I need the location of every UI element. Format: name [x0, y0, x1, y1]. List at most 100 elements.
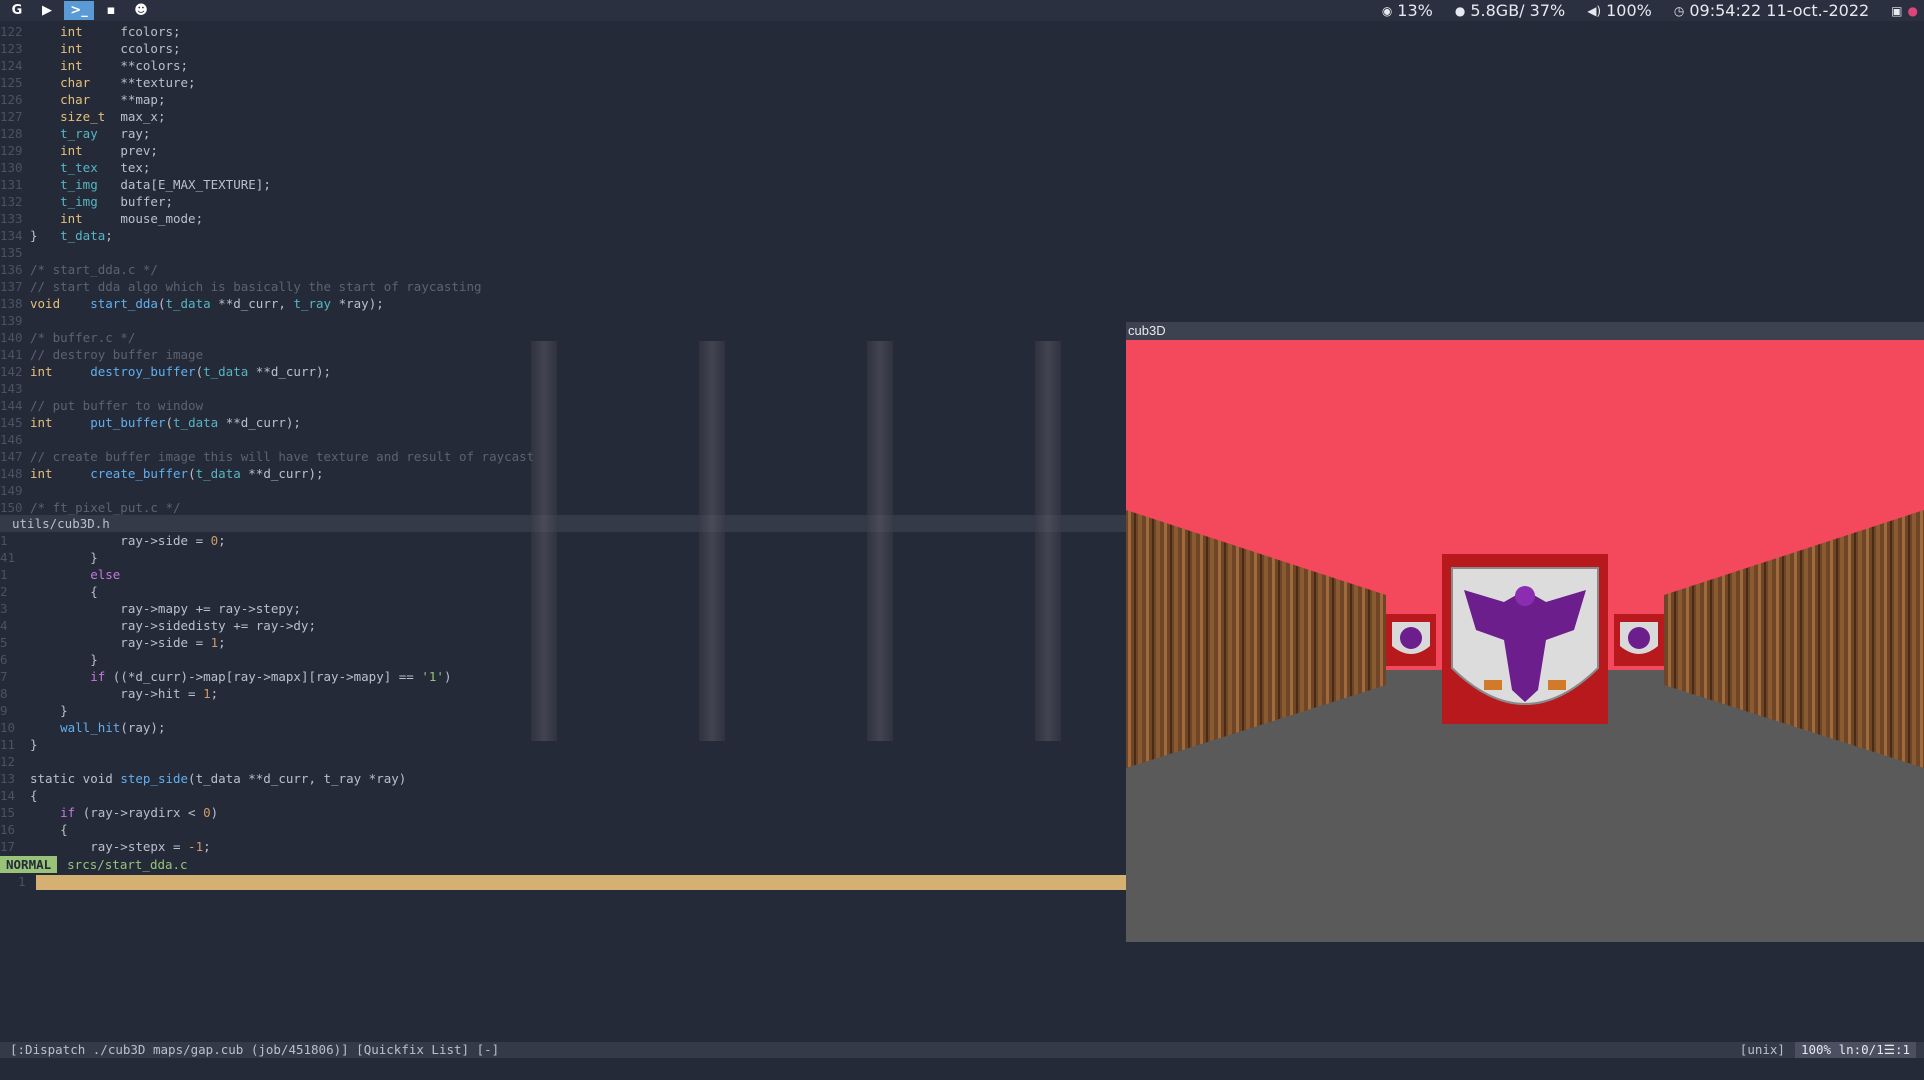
code-token: t_tex	[60, 160, 98, 175]
header-file-pane[interactable]: 122 int fcolors; 123 int ccolors; 124 int …	[0, 23, 1126, 516]
code-line[interactable]: 129 int prev;	[0, 142, 1126, 159]
code-line[interactable]: 14 {	[0, 787, 1126, 804]
code-line[interactable]: 147 // create buffer image this will have…	[0, 448, 1126, 465]
app-tray-icon[interactable]: ●	[1908, 4, 1918, 18]
code-line[interactable]: 8 ray->hit = 1;	[0, 685, 1126, 702]
code-token: ray;	[97, 126, 151, 141]
workspace-wechat[interactable]: ☻	[128, 1, 154, 20]
cub3d-window[interactable]: cub3D	[1126, 322, 1924, 942]
code-line[interactable]: 1 ray->side = 0;	[0, 532, 1126, 549]
code-line[interactable]: 5 ray->side = 1;	[0, 634, 1126, 651]
line-number: 1	[0, 567, 8, 582]
volume-indicator[interactable]: ◀) 100%	[1587, 1, 1652, 20]
code-line[interactable]: 134} t_data;	[0, 227, 1126, 244]
code-line[interactable]: 138 void start_dda(t_data **d_curr, t_ray…	[0, 295, 1126, 312]
code-line[interactable]: 15 if (ray->raydirx < 0)	[0, 804, 1126, 821]
code-line[interactable]: 130 t_tex tex;	[0, 159, 1126, 176]
code-token: **d_curr);	[218, 415, 301, 430]
code-line[interactable]: 41 }	[0, 549, 1126, 566]
source-file-pane[interactable]: 1 ray->side = 0; 41 } 1 else 2 {3 ray->mapy…	[0, 532, 1126, 855]
code-line[interactable]: 131 t_img data[E_MAX_TEXTURE];	[0, 176, 1126, 193]
workspace-youtube[interactable]: ▶	[34, 1, 60, 20]
code-token: char	[60, 92, 91, 107]
code-line[interactable]: 13 static void step_side(t_data **d_curr,…	[0, 770, 1126, 787]
code-token: t_data	[60, 228, 106, 243]
code-line[interactable]: 1 else	[0, 566, 1126, 583]
code-line[interactable]: 9 }	[0, 702, 1126, 719]
code-line[interactable]: 122 int fcolors;	[0, 23, 1126, 40]
code-token: // put buffer to window	[30, 398, 204, 413]
code-line[interactable]: 141 // destroy buffer image	[0, 346, 1126, 363]
code-line[interactable]: 146	[0, 431, 1126, 448]
code-line[interactable]: 125 char **texture;	[0, 74, 1126, 91]
quickfix-window[interactable]: 1	[0, 874, 1126, 890]
code-token: t_data	[203, 364, 249, 379]
code-line[interactable]: 17 ray->stepx = -1;	[0, 838, 1126, 855]
code-token: }	[30, 652, 98, 667]
code-line[interactable]: 142 int destroy_buffer(t_data **d_curr);	[0, 363, 1126, 380]
line-number: 149	[0, 483, 23, 498]
code-line[interactable]: 11}	[0, 736, 1126, 753]
code-token: -1	[188, 839, 204, 854]
line-number: 142	[0, 364, 23, 379]
workspace-terminal[interactable]: >_	[64, 1, 94, 20]
code-line[interactable]: 3 ray->mapy += ray->stepy;	[0, 600, 1126, 617]
code-token: (	[165, 415, 174, 430]
code-token: t_ray	[293, 296, 332, 311]
code-line[interactable]: 136 /* start_dda.c */	[0, 261, 1126, 278]
code-line[interactable]: 124 int **colors;	[0, 57, 1126, 74]
code-line[interactable]: 139	[0, 312, 1126, 329]
code-line[interactable]: 6 }	[0, 651, 1126, 668]
code-line[interactable]: 10 wall_hit(ray);	[0, 719, 1126, 736]
code-line[interactable]: 145 int put_buffer(t_data **d_curr);	[0, 414, 1126, 431]
code-line[interactable]: 12	[0, 753, 1126, 770]
file-format: [unix]	[1739, 1042, 1785, 1057]
raycast-viewport[interactable]	[1126, 340, 1924, 942]
code-line[interactable]: 126 char **map;	[0, 91, 1126, 108]
cub3d-title-bar[interactable]: cub3D	[1126, 322, 1924, 340]
code-line[interactable]: 4 ray->sidedisty += ray->dy;	[0, 617, 1126, 634]
code-line[interactable]: 123 int ccolors;	[0, 40, 1126, 57]
speaker-icon: ◀)	[1587, 3, 1602, 18]
code-line[interactable]: 7 if ((*d_curr)->map[ray->mapx][ray->map…	[0, 668, 1126, 685]
code-line[interactable]: 144 // put buffer to window	[0, 397, 1126, 414]
code-line[interactable]: 148 int create_buffer(t_data **d_curr);	[0, 465, 1126, 482]
code-token: }	[30, 228, 61, 243]
code-line[interactable]: 132 t_img buffer;	[0, 193, 1126, 210]
workspace-folder[interactable]: ▪	[98, 1, 124, 20]
code-line[interactable]: 133 int mouse_mode;	[0, 210, 1126, 227]
line-number: 150	[0, 500, 23, 515]
code-token: (	[188, 466, 196, 481]
code-line[interactable]: 127 size_t max_x;	[0, 108, 1126, 125]
code-line[interactable]: 140 /* buffer.c */	[0, 329, 1126, 346]
command-line-text: [:Dispatch ./cub3D maps/gap.cub (job/451…	[10, 1042, 500, 1057]
line-number: 5	[0, 635, 8, 650]
memory-icon: ●	[1454, 3, 1466, 18]
code-line[interactable]: 16 {	[0, 821, 1126, 838]
line-number: 128	[0, 126, 23, 141]
code-token: int	[30, 364, 53, 379]
code-line[interactable]: 149	[0, 482, 1126, 499]
code-line[interactable]: 128 t_ray ray;	[0, 125, 1126, 142]
quickfix-cursorline	[36, 875, 1126, 890]
code-token: fcolors;	[82, 24, 181, 39]
line-number: 123	[0, 41, 23, 56]
code-line[interactable]: 150 /* ft_pixel_put.c */	[0, 499, 1126, 516]
vim-editor[interactable]: 122 int fcolors; 123 int ccolors; 124 int …	[0, 21, 1126, 1041]
code-line[interactable]: 143	[0, 380, 1126, 397]
code-token: if	[60, 805, 76, 820]
code-token: start_dda	[90, 296, 158, 311]
code-token: (t_data **d_curr, t_ray *ray)	[188, 771, 407, 786]
code-line[interactable]: 135	[0, 244, 1126, 261]
code-token: ;	[218, 635, 226, 650]
code-line[interactable]: 2 {	[0, 583, 1126, 600]
discord-icon[interactable]: ▣	[1891, 4, 1902, 18]
workspace-google[interactable]: G	[4, 1, 30, 20]
code-token: ;	[210, 686, 219, 701]
line-number: 10	[0, 720, 16, 735]
code-line[interactable]: 137 // start dda algo which is basically …	[0, 278, 1126, 295]
